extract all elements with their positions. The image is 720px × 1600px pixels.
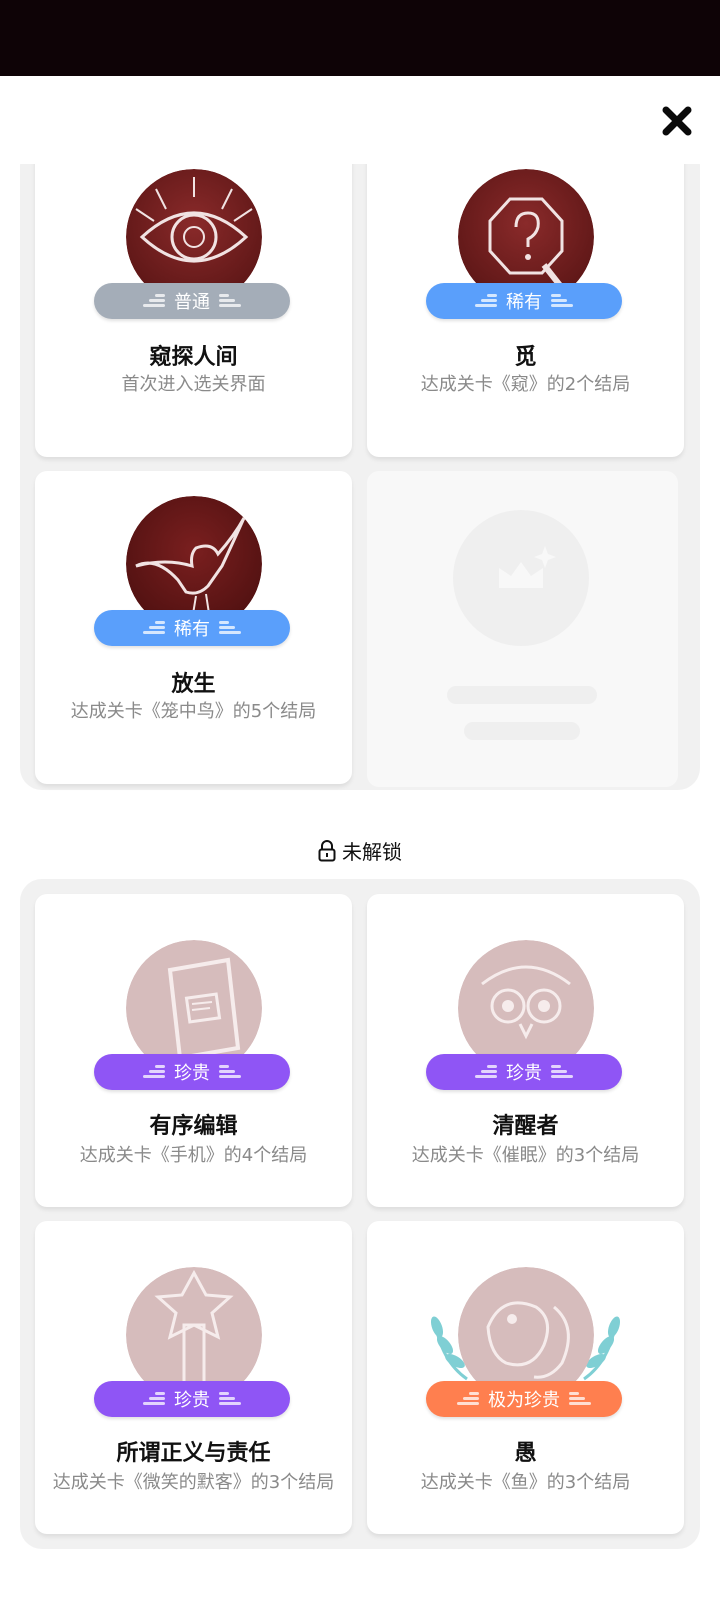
achievement-title: 所谓正义与责任 bbox=[116, 1441, 271, 1466]
rarity-label: 珍贵 bbox=[174, 1390, 210, 1411]
rarity-label: 稀有 bbox=[506, 292, 542, 313]
achievement-card[interactable]: 稀有 觅 达成关卡《窥》的2个结局 bbox=[367, 164, 684, 457]
achievement-card[interactable]: 极为珍贵 愚 达成关卡《鱼》的3个结局 bbox=[367, 1221, 684, 1534]
lock-icon bbox=[318, 839, 336, 861]
achievement-desc: 达成关卡《手机》的4个结局 bbox=[79, 1145, 308, 1166]
rarity-badge: 珍贵 bbox=[94, 1381, 290, 1417]
rarity-badge: 稀有 bbox=[426, 283, 622, 319]
achievement-desc: 达成关卡《窥》的2个结局 bbox=[420, 374, 631, 395]
achievement-desc: 首次进入选关界面 bbox=[121, 374, 266, 395]
placeholder-medal bbox=[453, 510, 589, 646]
achievement-card[interactable]: 普通 窥探人间 首次进入选关界面 bbox=[35, 164, 352, 457]
achievement-desc: 达成关卡《微笑的默客》的3个结局 bbox=[52, 1472, 335, 1493]
locked-panel: 珍贵 有序编辑 达成关卡《手机》的4个结局 珍贵 清醒者 达成关卡《催眠》的3个… bbox=[20, 879, 700, 1549]
close-icon bbox=[662, 106, 692, 136]
badge-deco-icon bbox=[569, 1391, 591, 1407]
achievement-list[interactable]: 普通 窥探人间 首次进入选关界面 稀有 觅 达成关卡《窥》的2个结局 稀有 放生… bbox=[0, 164, 720, 1600]
rarity-label: 珍贵 bbox=[174, 1063, 210, 1084]
achievement-title: 愚 bbox=[514, 1441, 537, 1466]
crown-icon bbox=[499, 546, 556, 588]
badge-deco-icon bbox=[475, 293, 497, 309]
achievement-title: 有序编辑 bbox=[149, 1114, 238, 1139]
achievement-card[interactable]: 珍贵 所谓正义与责任 达成关卡《微笑的默客》的3个结局 bbox=[35, 1221, 352, 1534]
rarity-badge: 普通 bbox=[94, 283, 290, 319]
badge-deco-icon bbox=[457, 1391, 479, 1407]
badge-deco-icon bbox=[219, 1391, 241, 1407]
achievement-desc: 达成关卡《催眠》的3个结局 bbox=[411, 1145, 640, 1166]
badge-deco-icon bbox=[143, 293, 165, 309]
rarity-label: 珍贵 bbox=[506, 1063, 542, 1084]
rarity-label: 稀有 bbox=[174, 619, 210, 640]
rarity-badge: 稀有 bbox=[94, 610, 290, 646]
rarity-label: 极为珍贵 bbox=[488, 1390, 560, 1411]
achievement-card[interactable]: 珍贵 清醒者 达成关卡《催眠》的3个结局 bbox=[367, 894, 684, 1207]
rarity-badge: 珍贵 bbox=[426, 1054, 622, 1090]
unlocked-panel: 普通 窥探人间 首次进入选关界面 稀有 觅 达成关卡《窥》的2个结局 稀有 放生… bbox=[20, 164, 700, 790]
rarity-badge: 珍贵 bbox=[94, 1054, 290, 1090]
placeholder-desc-bar bbox=[464, 722, 580, 740]
badge-deco-icon bbox=[219, 293, 241, 309]
badge-deco-icon bbox=[551, 1064, 573, 1080]
locked-section-label: 未解锁 bbox=[342, 840, 402, 864]
status-bar bbox=[0, 0, 720, 76]
achievement-title: 放生 bbox=[171, 672, 216, 697]
badge-deco-icon bbox=[143, 620, 165, 636]
badge-deco-icon bbox=[219, 620, 241, 636]
badge-deco-icon bbox=[143, 1064, 165, 1080]
achievement-title: 窥探人间 bbox=[149, 345, 238, 370]
empty-achievement-slot bbox=[367, 471, 678, 787]
achievement-card[interactable]: 珍贵 有序编辑 达成关卡《手机》的4个结局 bbox=[35, 894, 352, 1207]
placeholder-title-bar bbox=[447, 686, 597, 704]
achievement-title: 觅 bbox=[514, 345, 537, 370]
badge-deco-icon bbox=[551, 293, 573, 309]
rarity-label: 普通 bbox=[174, 292, 210, 313]
close-button[interactable] bbox=[660, 104, 694, 138]
badge-deco-icon bbox=[143, 1391, 165, 1407]
achievement-desc: 达成关卡《鱼》的3个结局 bbox=[420, 1472, 631, 1493]
rarity-badge: 极为珍贵 bbox=[426, 1381, 622, 1417]
badge-deco-icon bbox=[219, 1064, 241, 1080]
achievement-card[interactable]: 稀有 放生 达成关卡《笼中鸟》的5个结局 bbox=[35, 471, 352, 784]
achievement-title: 清醒者 bbox=[492, 1114, 559, 1139]
locked-section-header: 未解锁 bbox=[0, 836, 720, 865]
achievement-desc: 达成关卡《笼中鸟》的5个结局 bbox=[70, 701, 317, 722]
badge-deco-icon bbox=[475, 1064, 497, 1080]
